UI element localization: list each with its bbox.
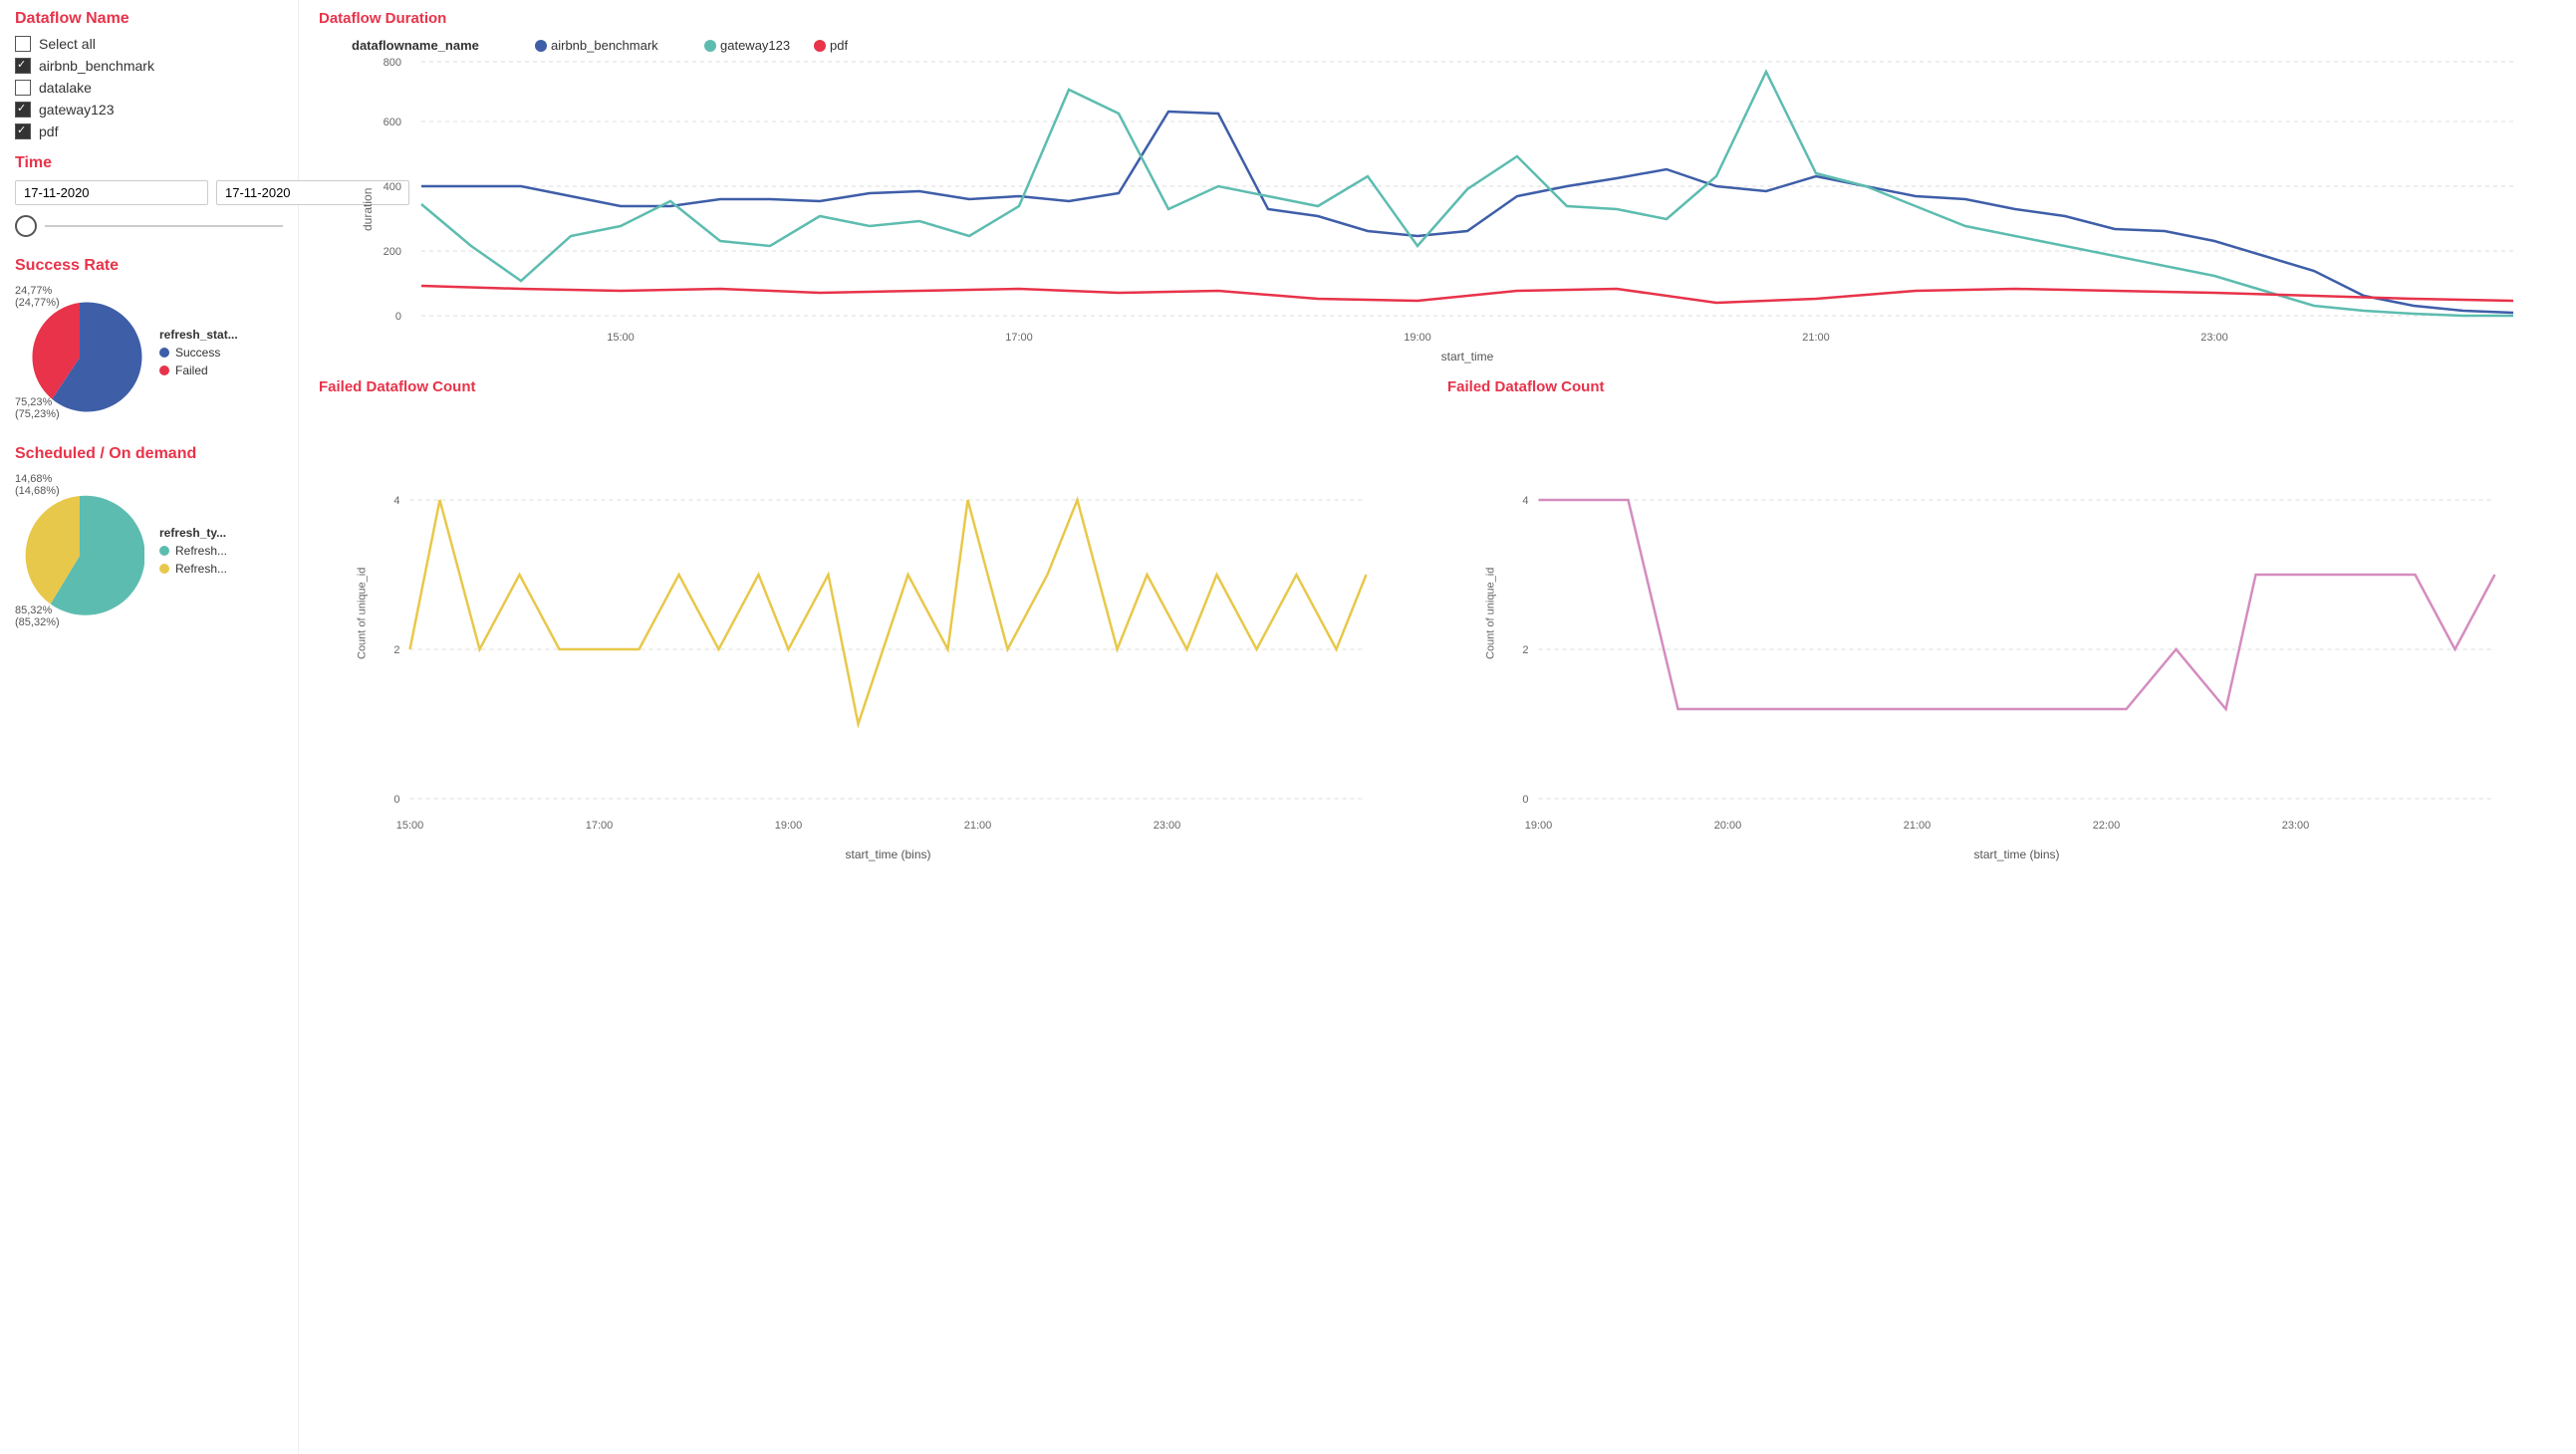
duration-title: Dataflow Duration — [319, 10, 2556, 27]
success-legend: refresh_stat... Success Failed — [159, 328, 238, 381]
svg-text:19:00: 19:00 — [1525, 820, 1553, 832]
svg-text:0: 0 — [395, 311, 401, 323]
failed-count-2-chart: Count of unique_id 0 2 4 19:00 20:00 21:… — [1447, 400, 2556, 898]
svg-text:200: 200 — [384, 246, 401, 258]
svg-text:2: 2 — [1522, 644, 1528, 656]
duration-section: Dataflow Duration dataflowname_name airb… — [319, 10, 2556, 368]
svg-text:23:00: 23:00 — [1154, 820, 1181, 832]
svg-text:4: 4 — [1522, 495, 1528, 507]
airbnb-item[interactable]: airbnb_benchmark — [15, 58, 283, 74]
svg-text:0: 0 — [393, 794, 399, 806]
success-legend-success: Success — [159, 346, 238, 360]
failed-count-1-chart: Count of unique_id 0 2 4 15:00 17:00 19:… — [319, 400, 1427, 898]
refresh-yellow-label: Refresh... — [175, 562, 227, 576]
gateway-label: gateway123 — [39, 102, 115, 118]
svg-text:800: 800 — [384, 57, 401, 69]
success-label: Success — [175, 346, 220, 360]
scheduled-legend-title: refresh_ty... — [159, 526, 227, 540]
svg-text:start_time: start_time — [1441, 350, 1494, 364]
scheduled-pie-wrapper: 14,68% (14,68%) 85,32% (85,32%) — [15, 471, 144, 633]
svg-text:20:00: 20:00 — [1714, 820, 1742, 832]
success-dot — [159, 348, 169, 358]
datalake-item[interactable]: datalake — [15, 80, 283, 96]
airbnb-checkbox[interactable] — [15, 58, 31, 74]
svg-text:19:00: 19:00 — [1404, 332, 1431, 344]
failed-label: Failed — [175, 364, 208, 377]
success-legend-failed: Failed — [159, 364, 238, 377]
svg-text:19:00: 19:00 — [775, 820, 803, 832]
svg-text:23:00: 23:00 — [2282, 820, 2310, 832]
success-pie-container: 24,77% (24,77%) 75,23% (75,23%) refresh_… — [15, 283, 283, 425]
svg-text:gateway123: gateway123 — [720, 38, 790, 53]
scheduled-title: Scheduled / On demand — [15, 445, 283, 463]
svg-text:2: 2 — [393, 644, 399, 656]
gateway-checkbox[interactable] — [15, 102, 31, 118]
failed-count-1-section: Failed Dataflow Count Count of unique_id… — [319, 378, 1427, 1444]
teal-dot — [159, 546, 169, 556]
svg-text:17:00: 17:00 — [586, 820, 614, 832]
scheduled-pie-container: 14,68% (14,68%) 85,32% (85,32%) refresh_… — [15, 471, 283, 633]
svg-text:22:00: 22:00 — [2093, 820, 2121, 832]
svg-text:dataflowname_name: dataflowname_name — [352, 38, 479, 53]
select-all-checkbox[interactable] — [15, 36, 31, 52]
time-title: Time — [15, 154, 283, 172]
date-from-input[interactable] — [15, 180, 208, 205]
scheduled-legend: refresh_ty... Refresh... Refresh... — [159, 526, 227, 580]
svg-text:duration: duration — [361, 188, 375, 231]
svg-text:start_time (bins): start_time (bins) — [1973, 848, 2059, 861]
svg-text:400: 400 — [384, 181, 401, 193]
failed-count-2-title: Failed Dataflow Count — [1447, 378, 2556, 395]
failed-count-1-title: Failed Dataflow Count — [319, 378, 1427, 395]
pie1-label-success: 75,23% (75,23%) — [15, 396, 60, 420]
svg-text:21:00: 21:00 — [1904, 820, 1932, 832]
refresh-teal-label: Refresh... — [175, 544, 227, 558]
svg-text:Count of unique_id: Count of unique_id — [357, 568, 369, 659]
svg-text:23:00: 23:00 — [2200, 332, 2228, 344]
date-range — [15, 180, 283, 205]
bottom-charts: Failed Dataflow Count Count of unique_id… — [319, 378, 2556, 1444]
slider-handle[interactable] — [15, 215, 37, 237]
pdf-checkbox[interactable] — [15, 123, 31, 139]
dataflow-name-title: Dataflow Name — [15, 10, 283, 28]
svg-text:21:00: 21:00 — [964, 820, 992, 832]
select-all-item[interactable]: Select all — [15, 36, 283, 52]
time-slider[interactable] — [15, 215, 283, 237]
success-pie-wrapper: 24,77% (24,77%) 75,23% (75,23%) — [15, 283, 144, 425]
success-rate-title: Success Rate — [15, 257, 283, 275]
svg-text:15:00: 15:00 — [607, 332, 635, 344]
pie1-label-failed: 24,77% (24,77%) — [15, 285, 60, 309]
failed-count-2-section: Failed Dataflow Count Count of unique_id… — [1447, 378, 2556, 1444]
svg-text:pdf: pdf — [830, 38, 848, 53]
airbnb-label: airbnb_benchmark — [39, 58, 154, 74]
scheduled-legend-yellow: Refresh... — [159, 562, 227, 576]
svg-text:4: 4 — [393, 495, 399, 507]
gateway-item[interactable]: gateway123 — [15, 102, 283, 118]
scheduled-legend-teal: Refresh... — [159, 544, 227, 558]
svg-text:21:00: 21:00 — [1802, 332, 1830, 344]
svg-text:600: 600 — [384, 117, 401, 128]
pie2-label-small: 14,68% (14,68%) — [15, 473, 60, 497]
select-all-label: Select all — [39, 36, 96, 52]
pdf-item[interactable]: pdf — [15, 123, 283, 139]
svg-text:Count of unique_id: Count of unique_id — [1485, 568, 1497, 659]
duration-chart: dataflowname_name airbnb_benchmark gatew… — [319, 32, 2556, 365]
datalake-label: datalake — [39, 80, 92, 96]
svg-text:15:00: 15:00 — [396, 820, 424, 832]
datalake-checkbox[interactable] — [15, 80, 31, 96]
success-legend-title: refresh_stat... — [159, 328, 238, 342]
yellow-dot — [159, 564, 169, 574]
svg-text:start_time (bins): start_time (bins) — [845, 848, 930, 861]
svg-text:17:00: 17:00 — [1005, 332, 1033, 344]
pdf-label: pdf — [39, 123, 58, 139]
svg-text:0: 0 — [1522, 794, 1528, 806]
svg-text:airbnb_benchmark: airbnb_benchmark — [551, 38, 658, 53]
failed-dot — [159, 365, 169, 375]
pie2-label-large: 85,32% (85,32%) — [15, 605, 60, 628]
slider-track[interactable] — [45, 225, 283, 227]
